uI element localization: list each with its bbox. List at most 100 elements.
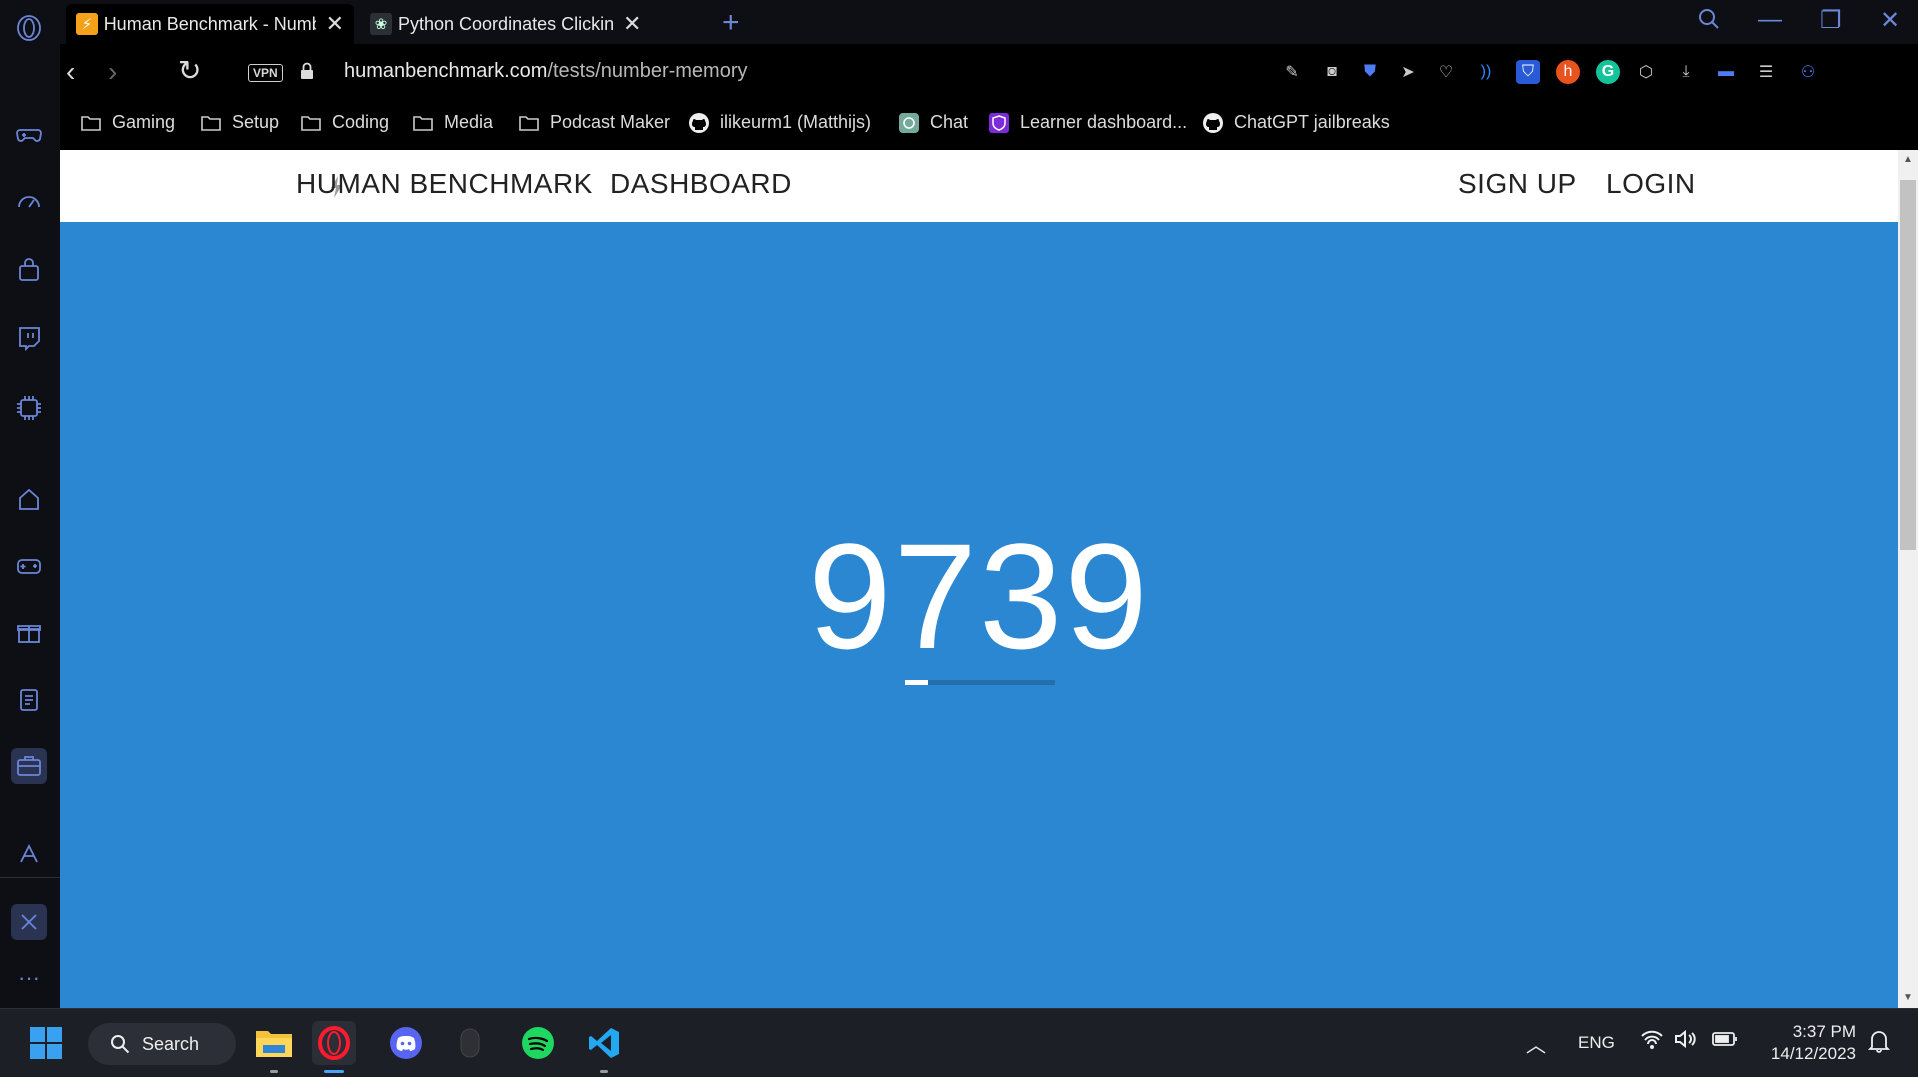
twitch-icon[interactable] xyxy=(13,322,45,354)
lightning-bolt-icon: ⚡ xyxy=(76,13,98,35)
scroll-down-icon[interactable]: ▼ xyxy=(1903,992,1913,1003)
running-indicator xyxy=(600,1070,608,1073)
file-explorer-icon[interactable] xyxy=(252,1021,296,1073)
tab-python-coordinates[interactable]: ❀ Python Coordinates Clickin ✕ xyxy=(360,4,660,44)
tab-title: Python Coordinates Clickin xyxy=(398,13,613,34)
bookmark-label: Media xyxy=(444,112,494,132)
windows-taskbar: Search ︿ ENG 3:37 PM 14/12/2023 xyxy=(0,1008,1918,1077)
bookmark-label: Podcast Maker xyxy=(550,112,671,132)
scroll-up-icon[interactable]: ▲ xyxy=(1903,154,1913,165)
close-tab-icon[interactable]: ✕ xyxy=(623,11,641,37)
bookmark-label: ChatGPT jailbreaks xyxy=(1234,112,1390,132)
active-indicator xyxy=(324,1070,344,1073)
chatgpt-icon xyxy=(898,112,920,133)
new-tab-icon[interactable]: + xyxy=(722,6,740,40)
gift-icon[interactable] xyxy=(13,616,45,648)
bookmark-chatgpt-jailbreaks[interactable]: ChatGPT jailbreaks xyxy=(1202,112,1390,133)
battery-saver-icon[interactable]: ▬ xyxy=(1714,60,1738,84)
page-scrollbar[interactable]: ▲ ▼ xyxy=(1898,150,1918,1008)
more-options-icon[interactable]: ··· xyxy=(13,962,45,994)
close-tab-icon[interactable]: ✕ xyxy=(326,11,344,37)
bookmark-label: ilikeurm1 (Matthijs) xyxy=(720,112,872,132)
speed-dial-gauge-icon[interactable] xyxy=(13,185,45,217)
volume-icon[interactable] xyxy=(1674,1029,1698,1054)
opera-logo-icon[interactable] xyxy=(13,12,45,44)
tab-strip: ⚡ Human Benchmark - Numb ✕ ❀ Python Coor… xyxy=(60,0,1918,44)
tools-icon[interactable] xyxy=(11,904,47,940)
login-link[interactable]: LOGIN xyxy=(1606,168,1696,200)
cube-icon[interactable]: ⬡ xyxy=(1634,60,1658,84)
url-path: /tests/number-memory xyxy=(547,60,748,82)
bookmark-setup[interactable]: Setup xyxy=(200,112,279,133)
send-icon[interactable]: ➤ xyxy=(1396,60,1420,84)
lock-icon[interactable] xyxy=(300,62,314,80)
url-host: humanbenchmark.com xyxy=(344,60,548,82)
easy-setup-icon[interactable]: ☰ xyxy=(1754,60,1778,84)
folder-icon xyxy=(412,113,434,133)
page-viewport: HUMAN BENCHMARK DASHBOARD SIGN UP LOGIN … xyxy=(60,150,1898,1008)
briefcase-icon[interactable] xyxy=(11,748,47,784)
download-icon[interactable]: ⤓ xyxy=(1674,60,1698,84)
clock[interactable]: 3:37 PM 14/12/2023 xyxy=(1762,1021,1856,1065)
tab-title: Human Benchmark - Numb xyxy=(103,13,316,34)
close-window-icon[interactable]: ✕ xyxy=(1880,6,1900,35)
opera-taskbar-icon[interactable] xyxy=(312,1021,356,1073)
forward-icon[interactable]: › xyxy=(108,56,117,88)
bookmark-chat[interactable]: Chat xyxy=(898,112,968,133)
search-tabs-icon[interactable] xyxy=(1696,6,1722,39)
bag-icon[interactable] xyxy=(13,254,45,286)
back-icon[interactable]: ‹ xyxy=(66,56,75,88)
minimize-icon[interactable]: — xyxy=(1758,6,1782,34)
sidebar-divider xyxy=(0,877,60,878)
bookmark-github-ilikeurm1[interactable]: ilikeurm1 (Matthijs) xyxy=(688,112,871,133)
show-hidden-icons-chevron-icon[interactable]: ︿ xyxy=(1526,1029,1546,1058)
brand-link[interactable]: HUMAN BENCHMARK xyxy=(296,168,593,200)
camera-icon[interactable]: ◙ xyxy=(1320,60,1344,84)
language-indicator[interactable]: ENG xyxy=(1578,1033,1615,1053)
timer-progress-bar xyxy=(905,680,1055,685)
grammarly-icon[interactable]: G xyxy=(1596,60,1620,84)
wifi-icon[interactable] xyxy=(1640,1029,1664,1054)
url-field[interactable]: humanbenchmark.com/tests/number-memory xyxy=(344,60,748,83)
mouse-app-icon[interactable] xyxy=(448,1021,492,1065)
bitwarden-icon[interactable]: ⛉ xyxy=(1516,60,1540,84)
notes-icon[interactable] xyxy=(13,684,45,716)
tunnelbear-icon[interactable]: )) xyxy=(1474,60,1498,84)
signup-link[interactable]: SIGN UP xyxy=(1458,168,1577,200)
reload-icon[interactable]: ↻ xyxy=(178,54,201,87)
bookmark-learner-dashboard[interactable]: Learner dashboard... xyxy=(988,112,1187,133)
vpn-badge[interactable]: VPN xyxy=(248,64,283,82)
gamepad-icon[interactable] xyxy=(13,118,45,150)
restore-icon[interactable]: ❐ xyxy=(1820,6,1842,35)
vscode-icon[interactable] xyxy=(582,1021,626,1073)
clock-time: 3:37 PM xyxy=(1792,1022,1856,1041)
notification-bell-icon[interactable] xyxy=(1867,1029,1891,1058)
honey-icon[interactable]: h xyxy=(1556,60,1580,84)
home-icon[interactable] xyxy=(13,483,45,515)
search-label: Search xyxy=(142,1033,200,1054)
scrollbar-thumb[interactable] xyxy=(1900,180,1916,550)
game-controller-plus-icon[interactable] xyxy=(13,550,45,582)
clock-date: 14/12/2023 xyxy=(1770,1044,1856,1063)
aria-ai-icon[interactable] xyxy=(13,838,45,870)
bookmark-gaming[interactable]: Gaming xyxy=(80,112,175,133)
discord-icon[interactable] xyxy=(384,1021,428,1065)
bookmark-coding[interactable]: Coding xyxy=(300,112,389,133)
spotify-icon[interactable] xyxy=(516,1021,560,1065)
folder-icon xyxy=(80,113,102,133)
dashboard-link[interactable]: DASHBOARD xyxy=(610,168,792,200)
heart-icon[interactable]: ♡ xyxy=(1434,60,1458,84)
start-windows-icon[interactable] xyxy=(24,1021,68,1065)
address-bar: ‹ › ↻ VPN humanbenchmark.com/tests/numbe… xyxy=(60,44,1918,100)
tab-human-benchmark[interactable]: ⚡ Human Benchmark - Numb ✕ xyxy=(66,4,354,44)
shield-icon[interactable]: ⛊ xyxy=(1358,60,1382,84)
battery-icon[interactable] xyxy=(1712,1031,1738,1052)
profile-icon[interactable]: ⚇ xyxy=(1796,60,1820,84)
bookmark-media[interactable]: Media xyxy=(412,112,493,133)
taskbar-search[interactable]: Search xyxy=(88,1023,236,1065)
timer-progress-fill xyxy=(905,680,928,685)
bookmark-podcast-maker[interactable]: Podcast Maker xyxy=(518,112,670,133)
snapshot-edit-icon[interactable]: ✎ xyxy=(1280,60,1304,84)
chip-icon[interactable] xyxy=(13,392,45,424)
github-icon xyxy=(1202,112,1224,133)
